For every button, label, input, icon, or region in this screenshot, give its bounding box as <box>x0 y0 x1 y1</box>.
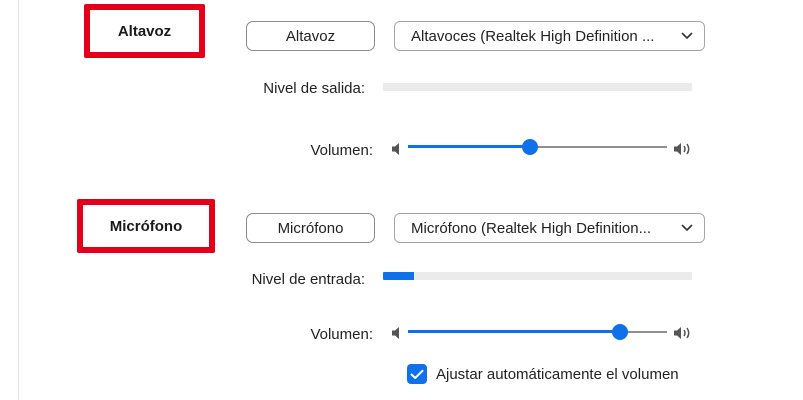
output-level-meter <box>383 83 692 91</box>
speaker-device-value: Altavoces (Realtek High Definition ... <box>411 27 655 45</box>
chevron-down-icon <box>680 29 694 43</box>
microphone-section-label-text: Micrófono <box>109 217 183 235</box>
speaker-device-select[interactable]: Altavoces (Realtek High Definition ... <box>394 21 705 51</box>
microphone-device-select[interactable]: Micrófono (Realtek High Definition... <box>394 213 705 243</box>
microphone-volume-slider[interactable] <box>408 324 667 340</box>
speaker-volume-label: Volumen: <box>310 142 373 159</box>
microphone-volume-fill <box>408 330 621 333</box>
input-level-label: Nivel de entrada: <box>251 271 365 288</box>
test-microphone-button[interactable]: Micrófono <box>246 213 375 243</box>
volume-low-icon <box>390 325 408 341</box>
microphone-volume-thumb[interactable] <box>612 324 629 340</box>
input-level-fill <box>383 272 414 280</box>
output-level-label: Nivel de salida: <box>263 80 365 97</box>
speaker-volume-thumb[interactable] <box>521 139 538 155</box>
audio-settings-panel: Altavoz Altavoz Altavoces (Realtek High … <box>0 0 803 400</box>
auto-adjust-volume-label: Ajustar automáticamente el volumen <box>436 365 679 383</box>
volume-low-icon <box>390 141 408 157</box>
auto-adjust-volume-option[interactable]: Ajustar automáticamente el volumen <box>407 364 679 384</box>
volume-high-icon <box>673 141 691 157</box>
check-icon <box>410 369 424 379</box>
input-level-meter <box>383 272 692 280</box>
speaker-section-label-text: Altavoz <box>117 22 172 40</box>
microphone-device-value: Micrófono (Realtek High Definition... <box>411 219 652 237</box>
test-speaker-button[interactable]: Altavoz <box>246 21 375 51</box>
speaker-section-label: Altavoz <box>84 4 205 58</box>
speaker-volume-slider[interactable] <box>408 139 667 155</box>
chevron-down-icon <box>680 221 694 235</box>
speaker-volume-fill <box>408 145 530 148</box>
volume-high-icon <box>673 325 691 341</box>
auto-adjust-volume-checkbox[interactable] <box>407 364 427 384</box>
sidebar-divider <box>18 0 19 400</box>
microphone-section-label: Micrófono <box>77 199 215 253</box>
microphone-volume-label: Volumen: <box>310 326 373 343</box>
